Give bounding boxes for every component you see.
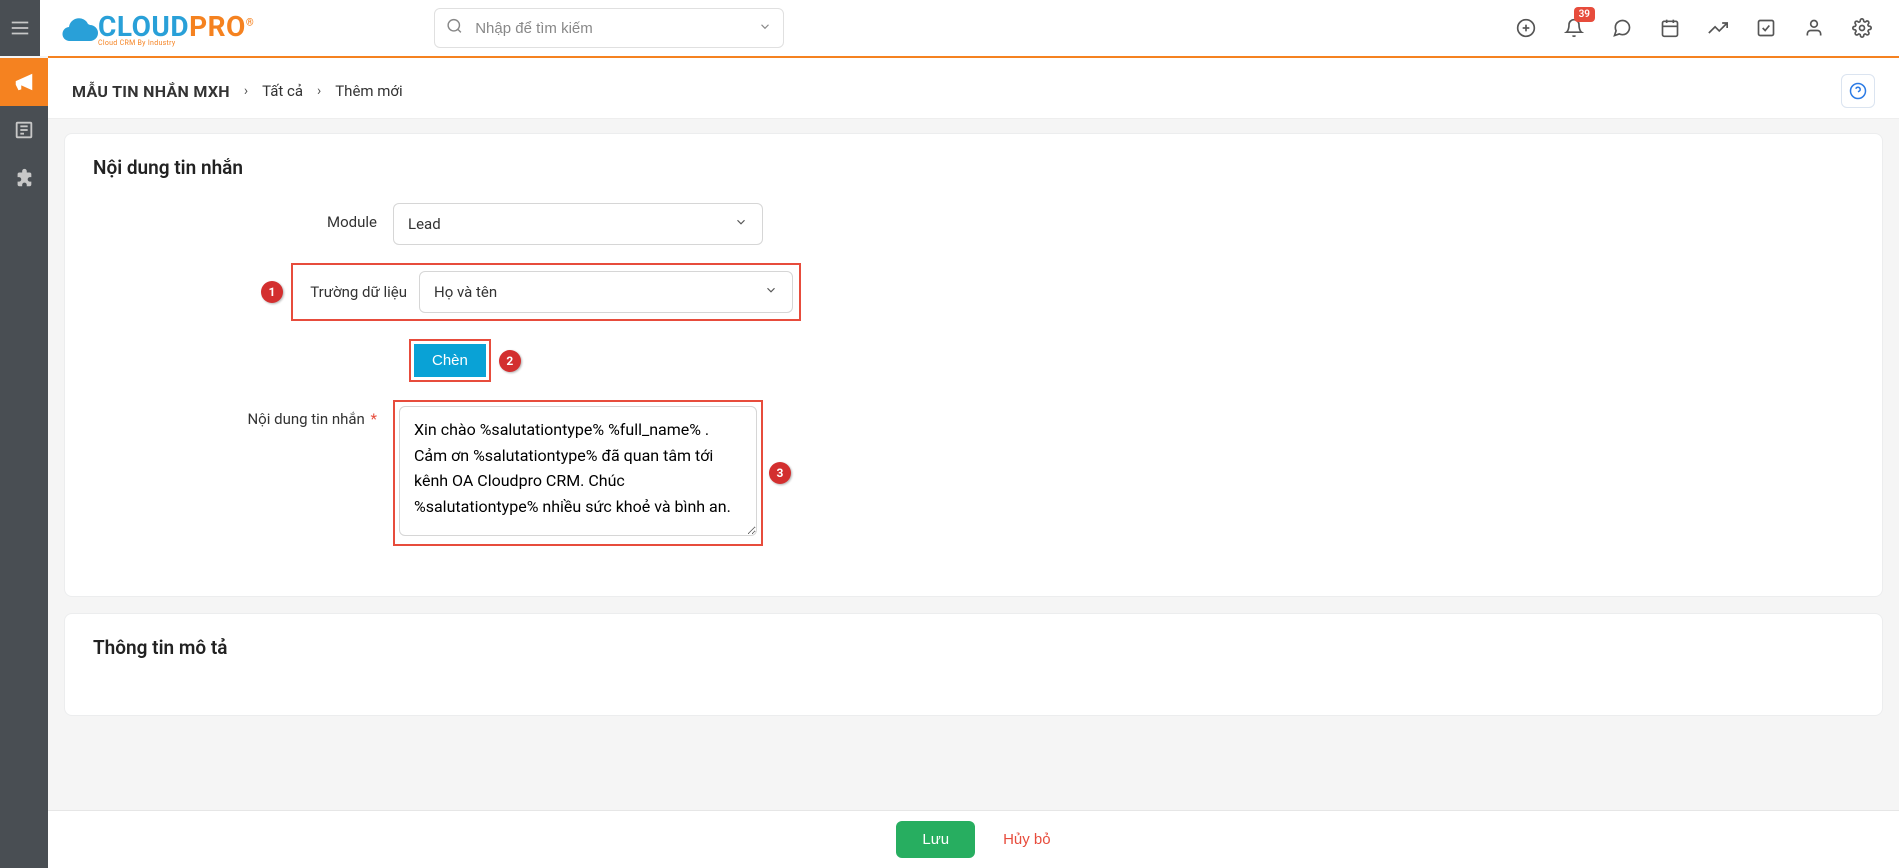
insert-button[interactable]: Chèn <box>414 344 486 377</box>
breadcrumb: MẪU TIN NHẮN MXH › Tất cả › Thêm mới <box>48 58 1899 119</box>
chevron-down-icon <box>734 215 748 233</box>
section-title-content: Nội dung tin nhắn <box>93 156 1854 179</box>
search-container <box>434 8 784 48</box>
notifications-button[interactable]: 39 <box>1563 17 1585 39</box>
newspaper-icon <box>13 119 35 141</box>
field-select[interactable]: Họ và tên <box>419 271 793 313</box>
module-value: Lead <box>408 215 441 233</box>
help-button[interactable] <box>1841 74 1875 108</box>
field-label: Trường dữ liệu <box>299 283 419 301</box>
field-value: Họ và tên <box>434 283 497 301</box>
settings-button[interactable] <box>1851 17 1873 39</box>
module-label: Module <box>93 203 393 231</box>
main-content: MẪU TIN NHẮN MXH › Tất cả › Thêm mới Nội… <box>48 58 1899 868</box>
annotation-3: 3 <box>769 462 791 484</box>
chevron-down-icon[interactable] <box>758 19 772 38</box>
sidebar <box>0 58 48 868</box>
megaphone-icon <box>13 71 35 93</box>
search-input[interactable] <box>434 8 784 48</box>
notification-badge: 39 <box>1574 7 1595 22</box>
logo[interactable]: CLOUDPRO® Cloud CRM By Industry <box>58 10 254 47</box>
breadcrumb-module[interactable]: MẪU TIN NHẮN MXH <box>72 82 230 101</box>
chevron-down-icon <box>764 283 778 301</box>
cancel-button[interactable]: Hủy bỏ <box>1003 831 1051 848</box>
menu-toggle[interactable] <box>0 0 40 56</box>
breadcrumb-all[interactable]: Tất cả <box>262 82 303 100</box>
search-icon <box>446 18 463 39</box>
puzzle-icon <box>13 167 35 189</box>
insert-button-highlight: Chèn <box>409 339 491 382</box>
add-button[interactable] <box>1515 17 1537 39</box>
message-content-textarea[interactable] <box>399 406 757 536</box>
logo-text-1: CLOUD <box>98 10 189 43</box>
field-row-highlight: Trường dữ liệu Họ và tên <box>291 263 801 321</box>
help-icon <box>1849 82 1867 100</box>
profile-button[interactable] <box>1803 17 1825 39</box>
footer-actions: Lưu Hủy bỏ <box>48 810 1899 868</box>
calendar-button[interactable] <box>1659 17 1681 39</box>
section-title-description: Thông tin mô tả <box>93 636 1854 659</box>
chevron-right-icon: › <box>244 83 248 99</box>
chevron-right-icon: › <box>317 83 321 99</box>
sidebar-item-documents[interactable] <box>0 106 48 154</box>
message-content-card: Nội dung tin nhắn Module Lead 1 <box>64 133 1883 597</box>
description-card: Thông tin mô tả <box>64 613 1883 716</box>
annotation-1: 1 <box>261 281 283 303</box>
content-label: Nội dung tin nhắn * <box>93 400 393 428</box>
save-button[interactable]: Lưu <box>896 821 975 858</box>
cloud-icon <box>58 12 98 44</box>
chat-button[interactable] <box>1611 17 1633 39</box>
hamburger-icon <box>9 17 31 39</box>
sidebar-item-campaigns[interactable] <box>0 58 48 106</box>
sidebar-item-extensions[interactable] <box>0 154 48 202</box>
logo-text-2: PRO <box>189 10 246 43</box>
module-select[interactable]: Lead <box>393 203 763 245</box>
topbar: CLOUDPRO® Cloud CRM By Industry 39 <box>0 0 1899 56</box>
annotation-2: 2 <box>499 350 521 372</box>
tasks-button[interactable] <box>1755 17 1777 39</box>
content-highlight: 3 <box>393 400 763 546</box>
reports-button[interactable] <box>1707 17 1729 39</box>
breadcrumb-current: Thêm mới <box>335 82 402 100</box>
topbar-actions: 39 <box>1515 17 1891 39</box>
